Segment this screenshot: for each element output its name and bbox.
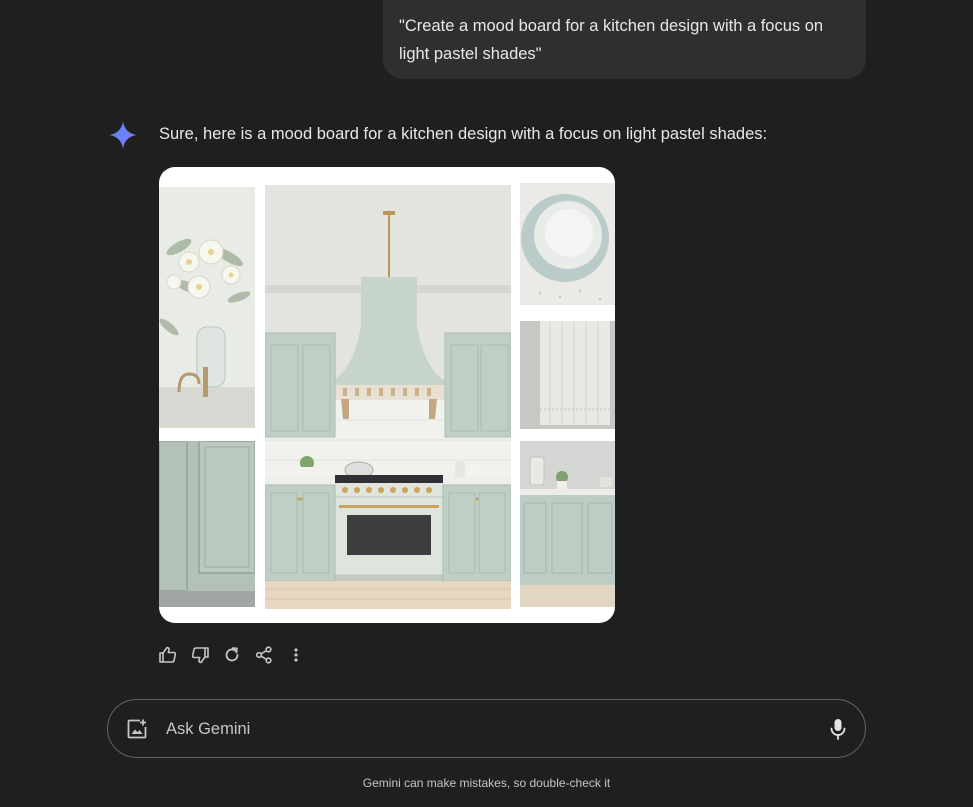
thumbs-down-icon[interactable] bbox=[190, 645, 210, 665]
mood-board-image[interactable] bbox=[159, 167, 615, 623]
floral-wallpaper-tile bbox=[159, 187, 255, 428]
disclaimer-text: Gemini can make mistakes, so double-chec… bbox=[362, 776, 611, 790]
pastel-plates-tile bbox=[520, 183, 615, 305]
prompt-input-bar bbox=[107, 699, 866, 758]
gemini-sparkle-icon bbox=[109, 121, 137, 149]
linen-towel-tile bbox=[520, 321, 615, 429]
microphone-icon[interactable] bbox=[827, 717, 849, 741]
kitchen-range-hood-tile bbox=[265, 185, 511, 609]
share-icon[interactable] bbox=[254, 645, 274, 665]
response-text: Sure, here is a mood board for a kitchen… bbox=[159, 125, 768, 143]
regenerate-icon[interactable] bbox=[222, 645, 242, 665]
user-prompt-bubble: "Create a mood board for a kitchen desig… bbox=[383, 0, 866, 79]
add-image-icon[interactable] bbox=[126, 718, 148, 740]
pastel-kitchen-counter-tile bbox=[520, 441, 615, 607]
sage-cabinet-door-tile bbox=[159, 441, 255, 607]
thumbs-up-icon[interactable] bbox=[158, 645, 178, 665]
user-prompt-text: "Create a mood board for a kitchen desig… bbox=[399, 17, 828, 63]
ask-gemini-input[interactable] bbox=[166, 717, 806, 741]
more-options-icon[interactable] bbox=[286, 645, 306, 665]
